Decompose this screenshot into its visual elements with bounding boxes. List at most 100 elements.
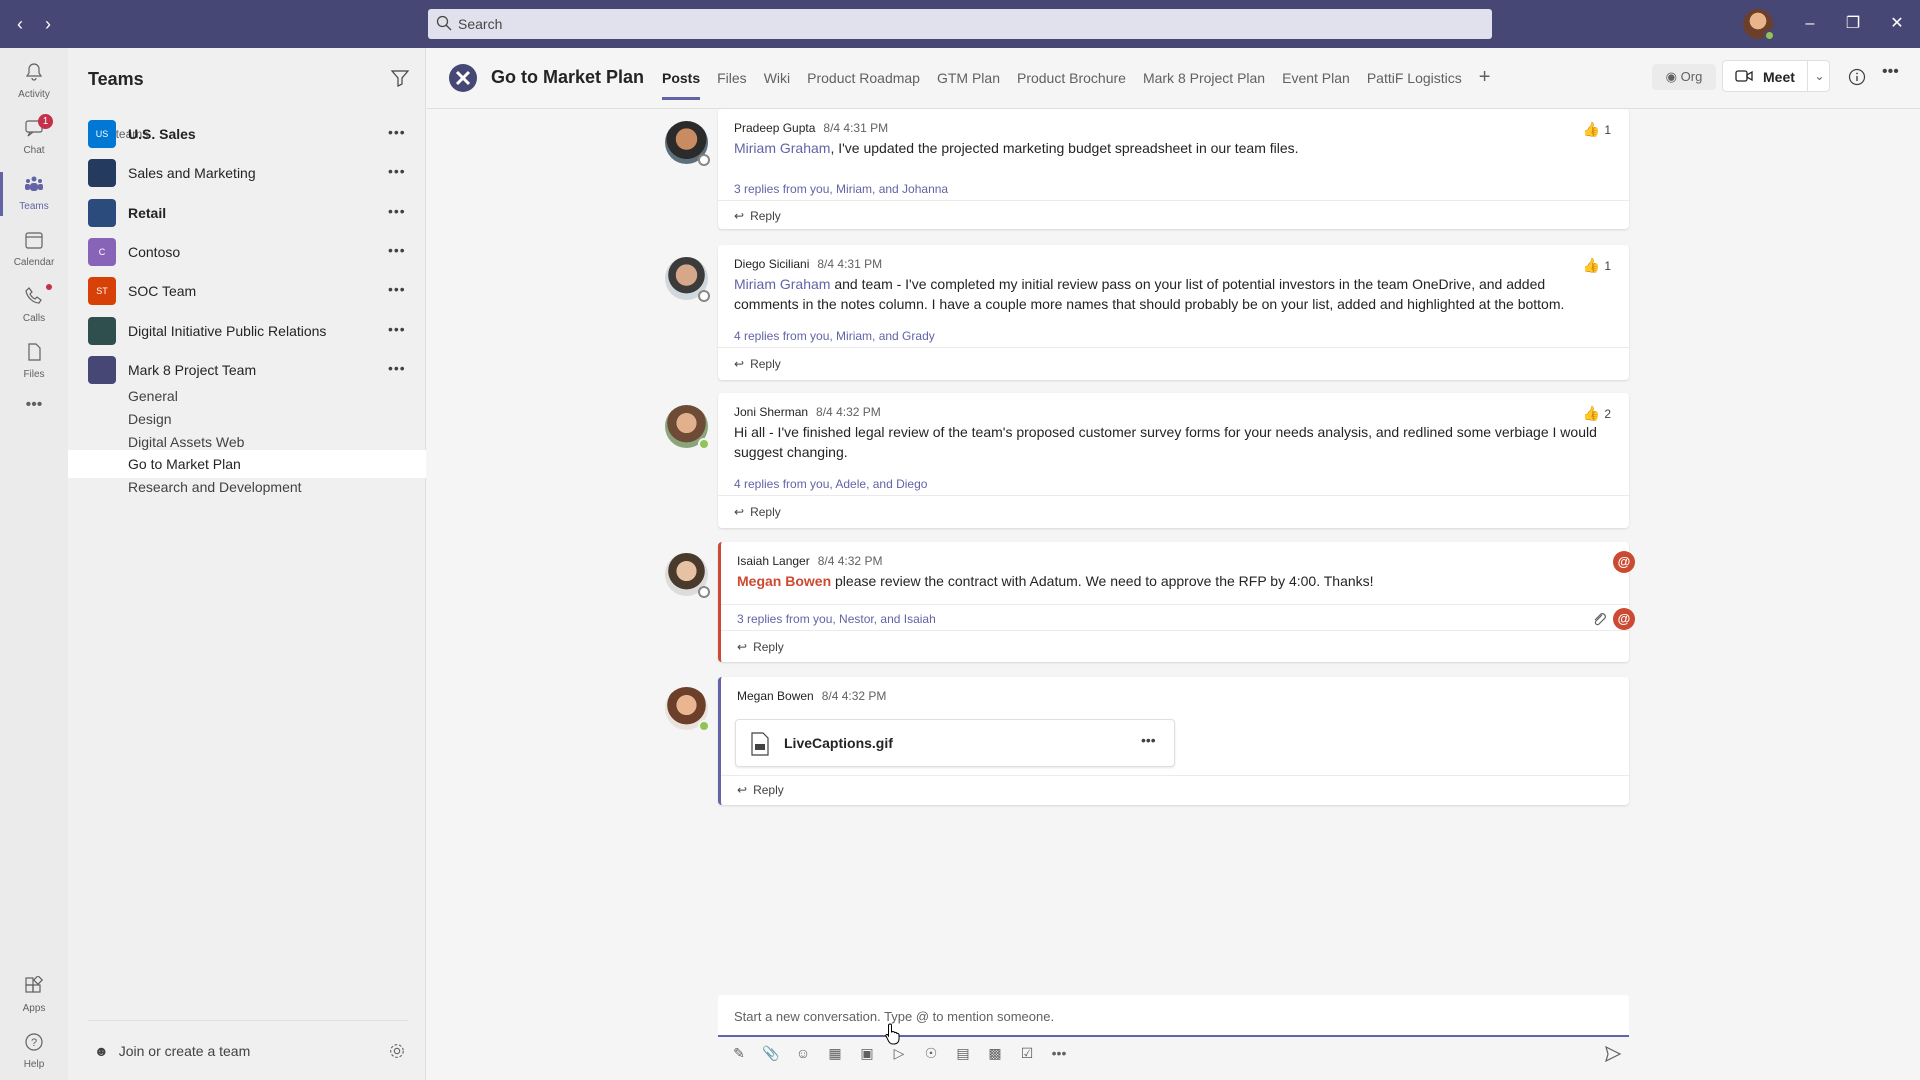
tab-event-plan[interactable]: Event Plan [1282,70,1350,100]
avatar[interactable] [665,257,710,302]
message-author[interactable]: Megan Bowen [737,689,814,703]
more-apps-icon[interactable]: ••• [0,390,68,420]
divider [721,775,1629,776]
app-help[interactable]: ? Help [0,1024,68,1080]
more-options-icon[interactable]: ••• [388,163,406,179]
attach-icon[interactable]: 📎 [762,1044,780,1062]
tab-product-roadmap[interactable]: Product Roadmap [807,70,920,100]
more-actions-icon[interactable]: ••• [1050,1044,1068,1062]
more-options-icon[interactable]: ••• [1141,732,1156,748]
team-item[interactable]: ST SOC Team ••• [68,271,426,311]
like-reaction[interactable]: 👍 1 [1583,257,1611,274]
send-icon[interactable] [1604,1045,1622,1063]
reply-button[interactable]: ↩ Reply [737,783,784,797]
app-activity[interactable]: Activity [0,54,68,110]
team-name: U.S. Sales [128,126,196,142]
meet-button[interactable]: Meet ⌄ [1722,60,1830,92]
profile-avatar[interactable] [1743,9,1775,41]
mention-link[interactable]: Miriam Graham [734,140,830,156]
approvals-icon[interactable]: ▤ [954,1044,972,1062]
reply-button[interactable]: ↩ Reply [734,357,781,371]
sticker-icon[interactable]: ▣ [858,1044,876,1062]
join-create-team-button[interactable]: ☻ Join or create a team [94,1043,250,1059]
app-files[interactable]: Files [0,334,68,390]
tab-pattif-logistics[interactable]: PattiF Logistics [1367,70,1462,100]
message-time: 8/4 4:31 PM [817,257,883,271]
replies-summary-link[interactable]: 4 replies from you, Adele, and Diego [734,477,927,491]
file-attachment-card[interactable]: LiveCaptions.gif ••• [735,719,1175,767]
people-add-icon: ☻ [94,1043,109,1059]
reply-button[interactable]: ↩ Reply [734,505,781,519]
avatar[interactable] [665,405,710,450]
format-icon[interactable]: ✎ [730,1044,748,1062]
minimize-icon[interactable]: – [1797,11,1823,37]
channel-header: Go to Market Plan Posts Files Wiki Product … [427,48,1920,109]
filter-icon[interactable] [390,68,410,88]
gif-icon[interactable]: ▦ [826,1044,844,1062]
more-options-icon[interactable]: ••• [388,321,406,337]
more-options-icon[interactable]: ••• [1882,63,1899,81]
close-icon[interactable]: ✕ [1884,11,1910,37]
praise-icon[interactable]: ☉ [922,1044,940,1062]
replies-summary-link[interactable]: 4 replies from you, Miriam, and Grady [734,329,935,343]
meet-now-icon[interactable]: ▷ [890,1044,908,1062]
reply-button[interactable]: ↩ Reply [734,209,781,223]
back-arrow-icon[interactable]: ‹ [8,12,32,36]
tab-gtm-plan[interactable]: GTM Plan [937,70,1000,100]
app-calendar[interactable]: Calendar [0,222,68,278]
tab-product-brochure[interactable]: Product Brochure [1017,70,1126,100]
more-options-icon[interactable]: ••• [388,124,406,140]
replies-summary-link[interactable]: 3 replies from you, Miriam, and Johanna [734,182,948,196]
info-icon[interactable] [1848,68,1866,86]
message-author[interactable]: Isaiah Langer [737,554,810,568]
channel-item[interactable]: Research and Development [68,473,426,501]
replies-summary-link[interactable]: 3 replies from you, Nestor, and Isaiah [737,612,936,626]
tasks-icon[interactable]: ☑ [1018,1044,1036,1062]
add-tab-icon[interactable]: + [1479,66,1491,100]
message-author[interactable]: Joni Sherman [734,405,808,419]
tab-wiki[interactable]: Wiki [764,70,790,100]
compose-box[interactable]: Start a new conversation. Type @ to ment… [718,995,1629,1037]
mention-link[interactable]: Miriam Graham [734,276,830,292]
tab-files[interactable]: Files [717,70,747,100]
emoji-icon[interactable]: ☺ [794,1044,812,1062]
mention-link[interactable]: Megan Bowen [737,573,831,589]
message-author[interactable]: Diego Siciliani [734,257,809,271]
file-name[interactable]: LiveCaptions.gif [784,735,893,751]
app-apps[interactable]: Apps [0,968,68,1024]
avatar[interactable] [665,687,710,732]
reply-label: Reply [750,209,781,223]
more-options-icon[interactable]: ••• [388,281,406,297]
tab-mark-8-project-plan[interactable]: Mark 8 Project Plan [1143,70,1265,100]
restore-icon[interactable]: ❐ [1840,11,1866,37]
more-options-icon[interactable]: ••• [388,203,406,219]
team-item[interactable]: Retail ••• [68,193,426,233]
avatar[interactable] [665,553,710,598]
message-author[interactable]: Pradeep Gupta [734,121,815,135]
team-item[interactable]: Sales and Marketing ••• [68,153,426,193]
search-input[interactable]: Search [428,9,1492,39]
app-teams[interactable]: Teams [0,166,68,222]
message-text: and team - I've completed my initial rev… [734,276,1565,312]
like-reaction[interactable]: 👍 2 [1583,405,1611,422]
reply-button[interactable]: ↩ Reply [737,640,784,654]
more-options-icon[interactable]: ••• [388,242,406,258]
org-button[interactable]: ◉ Org [1652,64,1716,90]
team-item[interactable]: C Contoso ••• [68,232,426,272]
avatar[interactable] [665,121,710,166]
message-time: 8/4 4:32 PM [821,689,887,703]
more-options-icon[interactable]: ••• [388,360,406,376]
like-reaction[interactable]: 👍 1 [1583,121,1611,138]
app-calls[interactable]: Calls [0,278,68,334]
presence-available-icon [698,438,710,450]
team-item[interactable]: Digital Initiative Public Relations ••• [68,311,426,351]
team-item[interactable]: US U.S. Sales ••• [68,114,426,154]
forward-arrow-icon[interactable]: › [36,12,60,36]
gear-icon[interactable] [388,1042,406,1060]
thumbs-up-icon: 👍 [1582,405,1601,421]
forms-icon[interactable]: ▩ [986,1044,1004,1062]
app-chat[interactable]: 1 Chat [0,110,68,166]
chevron-down-icon[interactable]: ⌄ [1807,61,1831,91]
tab-posts[interactable]: Posts [662,70,701,100]
app-label: Chat [23,145,45,156]
